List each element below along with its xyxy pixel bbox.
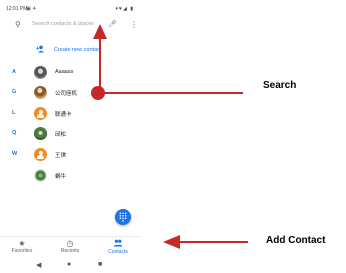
add-contact-callout-label: Add Contact (266, 235, 326, 246)
annotation-overlay (91, 24, 248, 249)
search-callout-label: Search (263, 80, 297, 91)
search-arrowhead (93, 24, 107, 39)
add-contact-arrowhead (163, 235, 180, 249)
search-callout-dot (91, 86, 105, 100)
